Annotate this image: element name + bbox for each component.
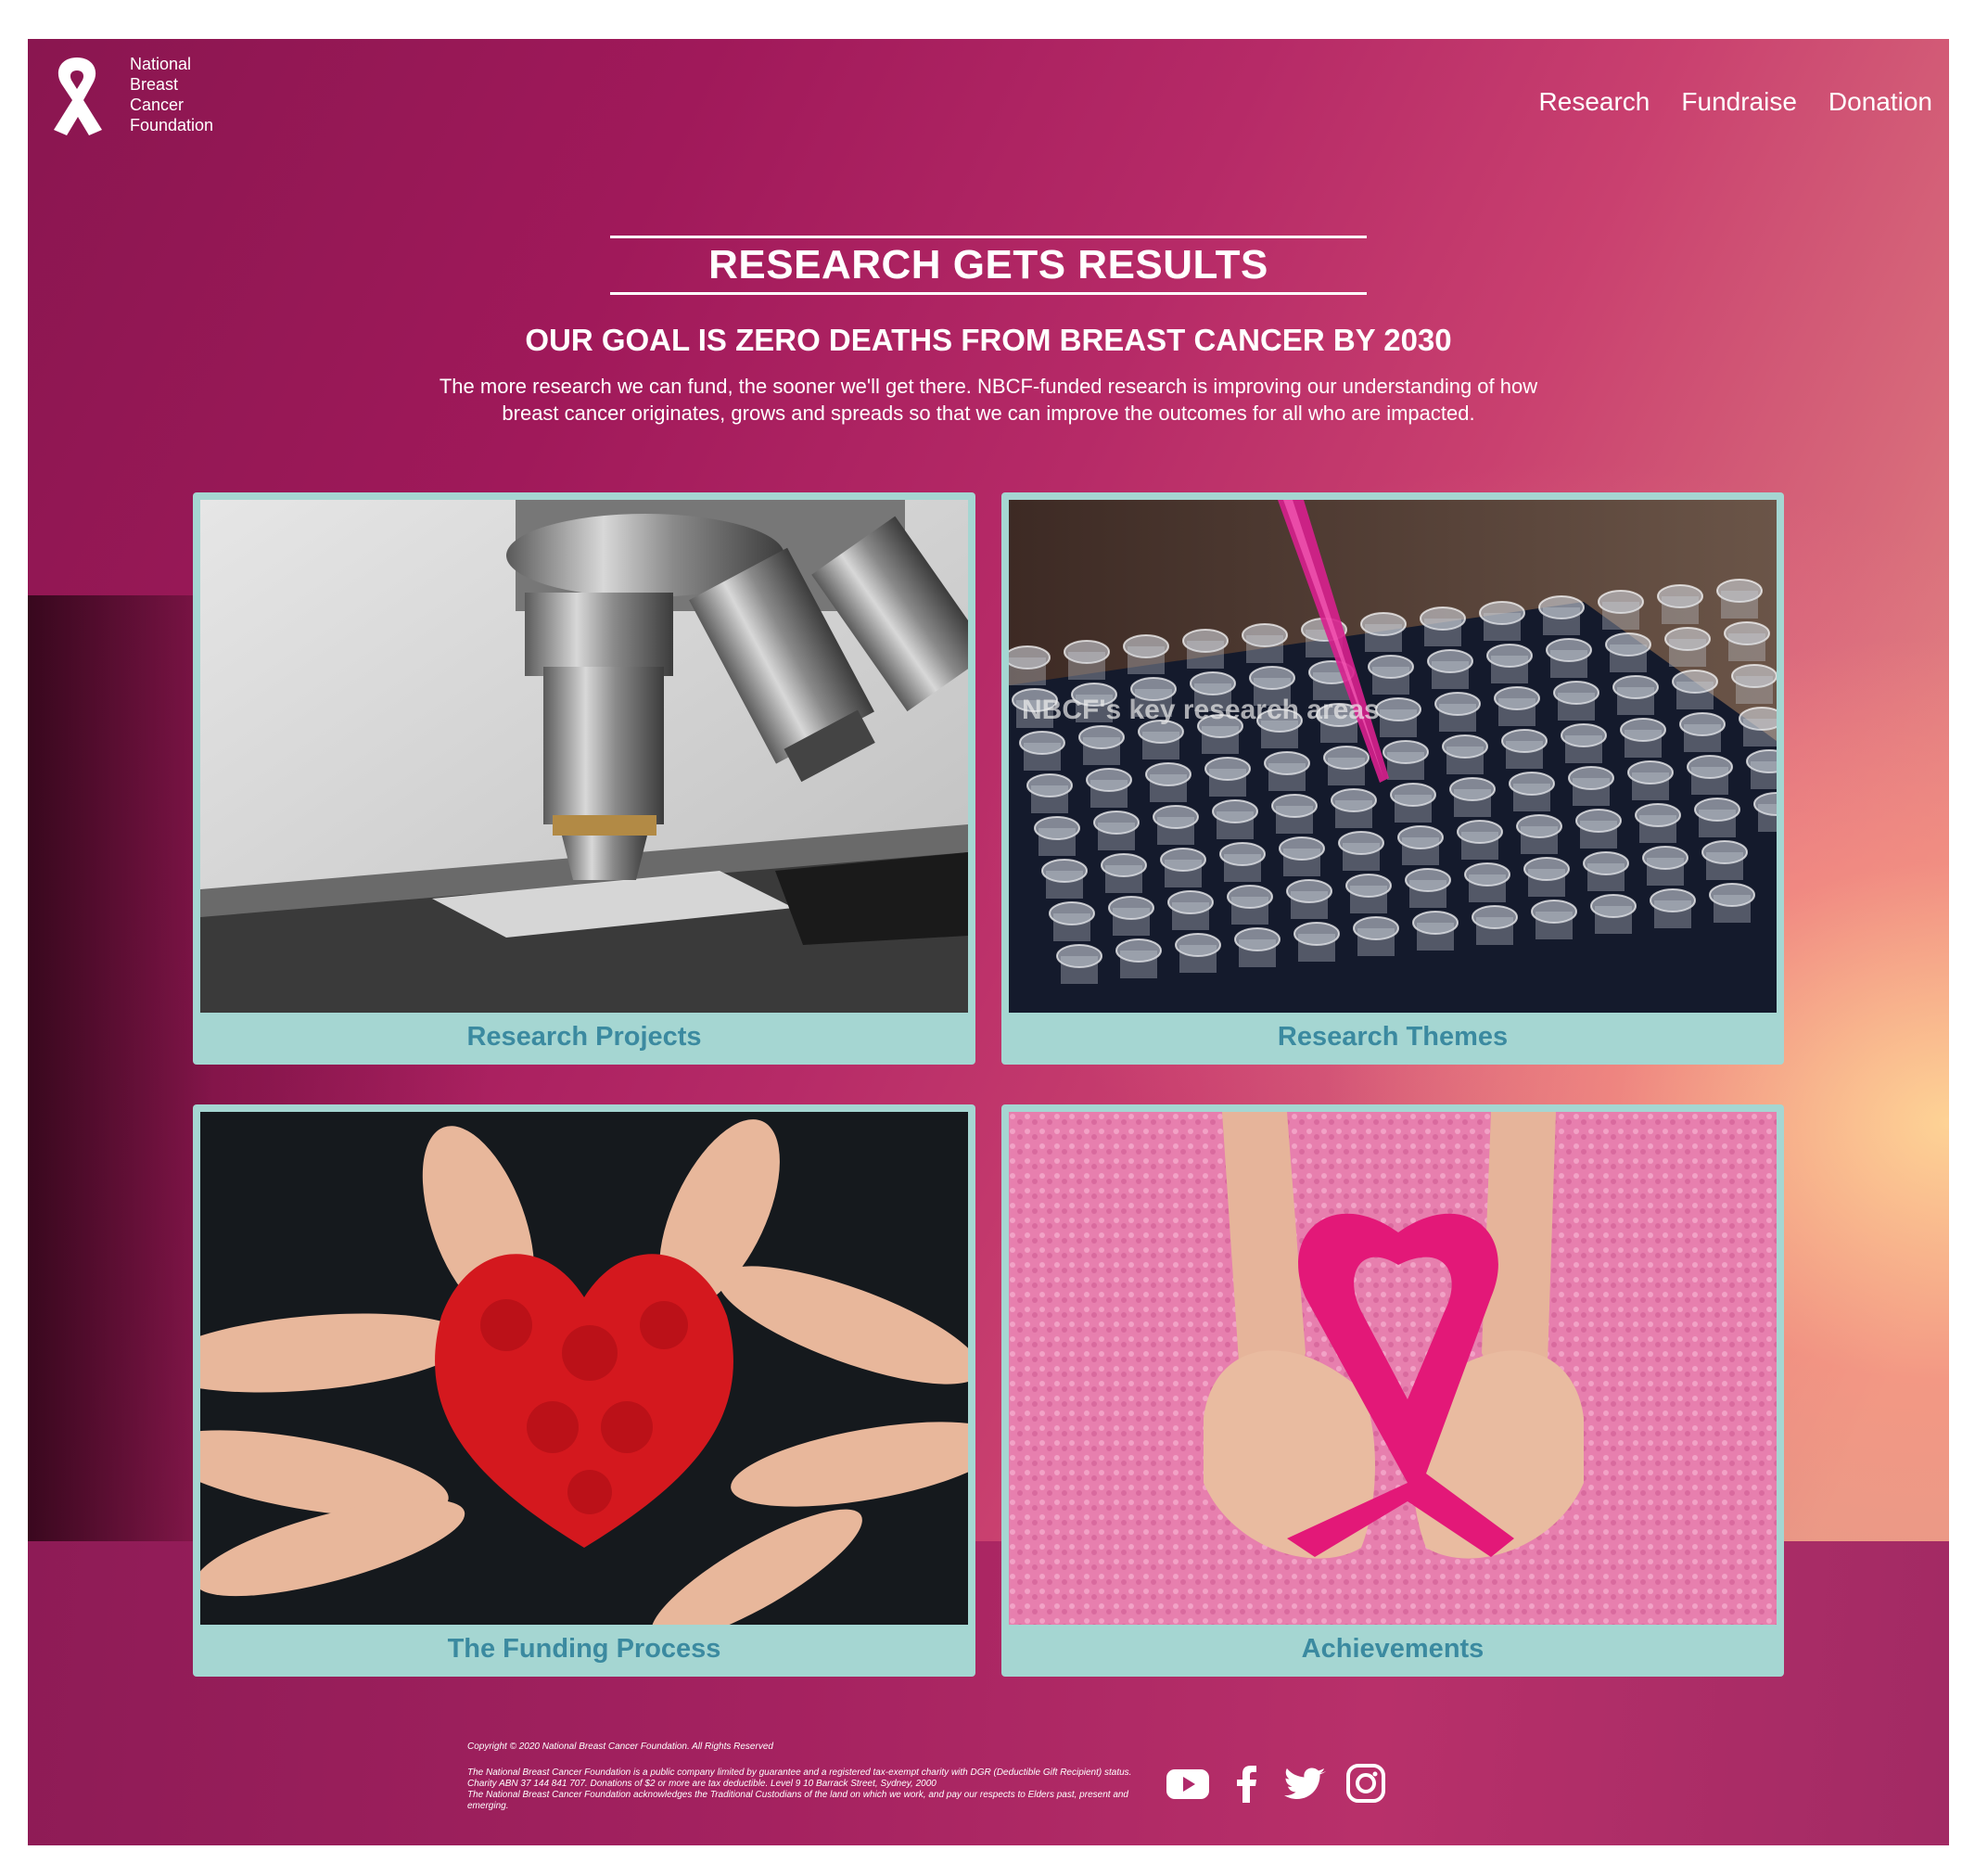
card-research-themes[interactable]: NBCF's key research areas Research Theme…	[1001, 492, 1784, 1065]
goal-heading: OUR GOAL IS ZERO DEATHS FROM BREAST CANC…	[525, 323, 1452, 357]
page-background: National Breast Cancer Foundation Resear…	[28, 39, 1949, 1845]
card-achievements[interactable]: Achievements	[1001, 1104, 1784, 1677]
microscope-image	[200, 500, 968, 1013]
youtube-icon[interactable]	[1165, 1762, 1211, 1805]
footer-line: Charity ABN 37 144 841 707. Donations of…	[467, 1779, 937, 1789]
card-label: Research Themes	[1277, 1021, 1509, 1052]
card-label: The Funding Process	[447, 1633, 721, 1664]
logo[interactable]: National Breast Cancer Foundation	[41, 52, 213, 137]
lead-paragraph: The more research we can fund, the soone…	[439, 375, 1538, 425]
logo-line: Cancer	[130, 96, 185, 114]
nav-donation[interactable]: Donation	[1828, 87, 1932, 117]
main-nav: Research Fundraise Donation	[1539, 87, 1932, 117]
card-funding-process[interactable]: The Funding Process	[193, 1104, 975, 1677]
red-hands-image	[200, 1112, 968, 1625]
hero-title: RESEARCH GETS RESULTS	[708, 242, 1268, 287]
card-research-projects[interactable]: Research Projects	[193, 492, 975, 1065]
instagram-icon[interactable]	[1343, 1762, 1389, 1805]
pipette-tray-image: NBCF's key research areas	[1009, 500, 1777, 1013]
logo-line: Foundation	[130, 116, 214, 134]
nav-fundraise[interactable]: Fundraise	[1681, 87, 1797, 117]
social-links	[1165, 1762, 1389, 1805]
logo-text: National Breast Cancer Foundation	[130, 54, 213, 135]
footer-copyright: Copyright © 2020 National Breast Cancer …	[467, 1742, 773, 1752]
pink-ribbon-image	[1009, 1112, 1777, 1625]
logo-line: National	[130, 55, 192, 73]
footer: Copyright © 2020 National Breast Cancer …	[467, 1742, 1135, 1812]
card-label: Achievements	[1301, 1633, 1484, 1664]
facebook-icon[interactable]	[1224, 1762, 1270, 1805]
card-label: Research Projects	[466, 1021, 702, 1052]
logo-line: Breast	[130, 75, 179, 94]
footer-line: The National Breast Cancer Foundation ac…	[467, 1790, 1128, 1811]
ribbon-logo-icon	[54, 57, 102, 135]
nav-research[interactable]: Research	[1539, 87, 1650, 117]
footer-line: The National Breast Cancer Foundation is…	[467, 1768, 1132, 1778]
overlay-caption: NBCF's key research areas	[1022, 695, 1380, 725]
hero-title-frame: RESEARCH GETS RESULTS	[610, 236, 1367, 295]
twitter-icon[interactable]	[1283, 1762, 1330, 1805]
